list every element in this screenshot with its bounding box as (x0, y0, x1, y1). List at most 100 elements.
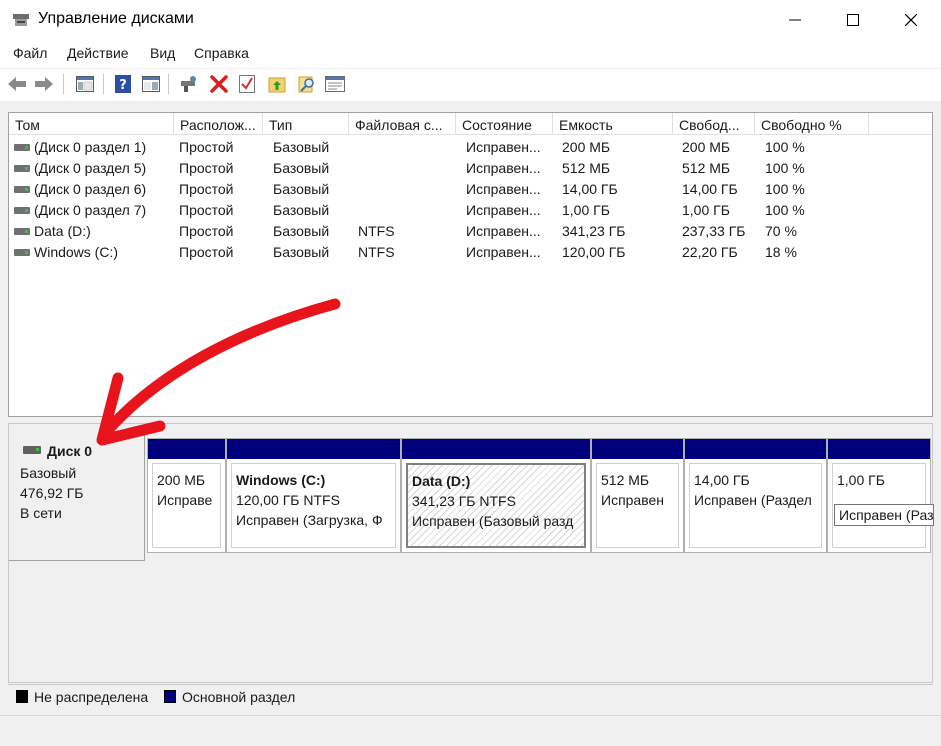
column-header-layout[interactable]: Располож... (174, 113, 263, 135)
console-tree-button[interactable] (74, 73, 96, 95)
partition-block[interactable]: Windows (C:) 120,00 ГБ NTFS Исправен (За… (226, 438, 401, 553)
column-header-empty (869, 113, 932, 135)
partition-block[interactable]: 14,00 ГБ Исправен (Раздел (684, 438, 827, 553)
volume-layout: Простой (179, 202, 234, 218)
volume-capacity: 14,00 ГБ (562, 181, 618, 197)
volume-free-percent: 100 % (765, 160, 805, 176)
volume-layout: Простой (179, 139, 234, 155)
column-header-volume[interactable]: Том (9, 113, 174, 135)
partition-bar (685, 439, 826, 459)
partition-body: Data (D:) 341,23 ГБ NTFS Исправен (Базов… (406, 463, 586, 548)
search-icon (298, 76, 314, 93)
volume-capacity: 341,23 ГБ (562, 223, 626, 239)
volume-row[interactable]: (Диск 0 раздел 7) Простой Базовый Исправ… (9, 200, 932, 221)
list-icon (325, 76, 345, 92)
menu-help[interactable]: Справка (194, 45, 249, 61)
back-button[interactable] (6, 73, 28, 95)
partition-size: 1,00 ГБ (837, 472, 885, 488)
partition-status: Исправе (157, 492, 213, 508)
properties-button[interactable] (236, 73, 258, 95)
volume-type: Базовый (273, 160, 330, 176)
folder-up-icon (268, 77, 286, 93)
legend-unallocated: Не распределена (34, 689, 149, 705)
partition-body: 200 МБ Исправе (152, 463, 221, 548)
search-button[interactable] (296, 73, 318, 95)
legend-swatch-primary (164, 690, 176, 703)
volume-row[interactable]: (Диск 0 раздел 6) Простой Базовый Исправ… (9, 179, 932, 200)
minimize-icon (789, 19, 801, 21)
volume-type: Базовый (273, 202, 330, 218)
menu-file[interactable]: Файл (13, 45, 47, 61)
maximize-button[interactable] (824, 0, 882, 40)
volume-icon (14, 249, 30, 256)
forward-button[interactable] (33, 73, 55, 95)
volume-type: Базовый (273, 139, 330, 155)
volume-name: (Диск 0 раздел 1) (34, 139, 147, 155)
console-tree-icon (76, 76, 94, 92)
volume-type: Базовый (273, 223, 330, 239)
volume-row[interactable]: (Диск 0 раздел 1) Простой Базовый Исправ… (9, 137, 932, 158)
volume-capacity: 120,00 ГБ (562, 244, 626, 260)
volume-icon (14, 186, 30, 193)
volume-name: (Диск 0 раздел 5) (34, 160, 147, 176)
connect-disk-button[interactable] (178, 73, 200, 95)
volume-status: Исправен... (466, 181, 541, 197)
volume-layout: Простой (179, 244, 234, 260)
volume-free-percent: 100 % (765, 202, 805, 218)
volume-icon (14, 144, 30, 151)
list-button[interactable] (324, 73, 346, 95)
volume-row[interactable]: (Диск 0 раздел 5) Простой Базовый Исправ… (9, 158, 932, 179)
partition-status: Исправен (Загрузка, Ф (236, 512, 383, 528)
volume-icon (14, 207, 30, 214)
partition-block[interactable]: 200 МБ Исправе (147, 438, 226, 553)
partition-body: Windows (C:) 120,00 ГБ NTFS Исправен (За… (231, 463, 396, 548)
menu-bar: Файл Действие Вид Справка (0, 40, 941, 68)
column-header-type[interactable]: Тип (263, 113, 349, 135)
menu-action[interactable]: Действие (67, 45, 129, 61)
partition-block-selected[interactable]: Data (D:) 341,23 ГБ NTFS Исправен (Базов… (401, 438, 591, 553)
delete-button[interactable] (208, 73, 230, 95)
help-button[interactable]: ? (112, 73, 134, 95)
column-header-free-space[interactable]: Свобод... (673, 113, 755, 135)
partition-block[interactable]: 512 МБ Исправен (591, 438, 684, 553)
volume-layout: Простой (179, 181, 234, 197)
delete-icon (210, 75, 228, 93)
volume-layout: Простой (179, 160, 234, 176)
disk-size: 476,92 ГБ (20, 485, 84, 501)
partition-body: 14,00 ГБ Исправен (Раздел (689, 463, 822, 548)
volume-status: Исправен... (466, 244, 541, 260)
volume-row[interactable]: Data (D:) Простой Базовый NTFS Исправен.… (9, 221, 932, 242)
volume-icon (14, 165, 30, 172)
help-icon: ? (115, 75, 131, 93)
volume-free-space: 237,33 ГБ (682, 223, 746, 239)
column-header-capacity[interactable]: Емкость (553, 113, 673, 135)
svg-text:?: ? (119, 78, 127, 93)
properties-pane-button[interactable] (140, 73, 162, 95)
disk-management-icon (13, 14, 29, 26)
volume-row[interactable]: Windows (C:) Простой Базовый NTFS Исправ… (9, 242, 932, 263)
legend-swatch-unallocated (16, 690, 28, 703)
volume-list[interactable]: Том Располож... Тип Файловая с... Состоя… (8, 112, 933, 417)
toolbar: ? (0, 68, 941, 101)
menu-view[interactable]: Вид (150, 45, 175, 61)
column-header-free-percent[interactable]: Свободно % (755, 113, 869, 135)
maximize-icon (847, 14, 859, 26)
title-bar: Управление дисками (0, 0, 941, 40)
volume-free-percent: 100 % (765, 181, 805, 197)
folder-up-button[interactable] (266, 73, 288, 95)
disk-icon (23, 446, 41, 454)
column-header-status[interactable]: Состояние (456, 113, 553, 135)
tooltip: Исправен (Разд (834, 504, 934, 526)
volume-free-space: 512 МБ (682, 160, 731, 176)
partition-size: 120,00 ГБ NTFS (236, 492, 340, 508)
column-header-filesystem[interactable]: Файловая с... (349, 113, 456, 135)
disk-name: Диск 0 (47, 443, 93, 459)
close-button[interactable] (882, 0, 940, 40)
partition-block[interactable]: 1,00 ГБ (827, 438, 931, 553)
partition-size: 14,00 ГБ (694, 472, 750, 488)
partition-title: Data (D:) (412, 473, 471, 489)
connect-disk-icon (181, 76, 196, 92)
minimize-button[interactable] (766, 0, 824, 40)
partition-bar (592, 439, 683, 459)
disk-0-label[interactable]: Диск 0 Базовый 476,92 ГБ В сети (9, 424, 145, 561)
